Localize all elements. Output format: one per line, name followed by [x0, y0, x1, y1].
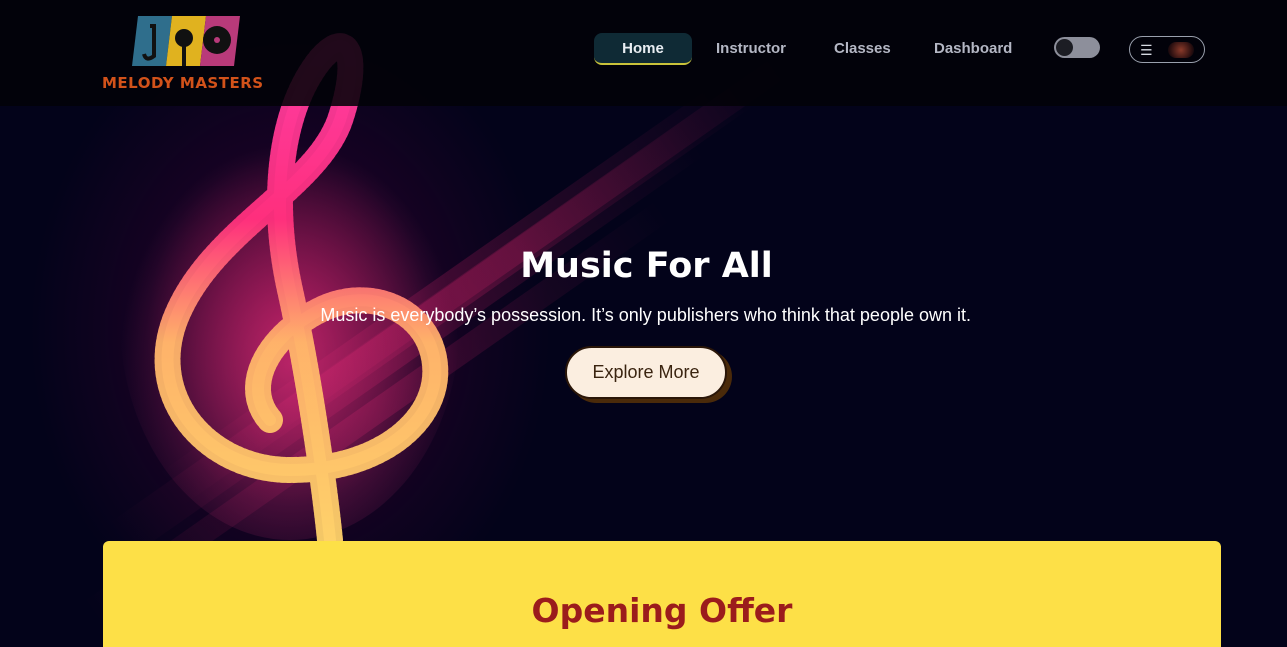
nav-item-dashboard[interactable]: Dashboard [934, 33, 1012, 65]
opening-offer-section: Opening Offer [103, 541, 1221, 647]
avatar [1168, 42, 1194, 58]
user-menu-button[interactable]: ☰ [1129, 36, 1205, 63]
theme-toggle[interactable] [1054, 37, 1100, 58]
hero-title: Music For All [520, 246, 773, 286]
explore-more-button[interactable]: Explore More [565, 346, 727, 399]
offer-title: Opening Offer [531, 591, 793, 630]
brand-name: MELODY MASTERS [102, 74, 264, 92]
nav-item-classes[interactable]: Classes [834, 33, 891, 65]
site-header: MELODY MASTERS Home Instructor Classes D… [0, 0, 1287, 106]
hamburger-icon: ☰ [1140, 42, 1153, 58]
hero-subtitle: Music is everybody’s possession. It’s on… [320, 305, 971, 325]
music-logo-icon [132, 16, 240, 66]
toggle-knob [1056, 39, 1073, 56]
nav-item-instructor[interactable]: Instructor [716, 33, 786, 65]
brand-logo[interactable]: MELODY MASTERS [102, 10, 272, 96]
nav-item-home[interactable]: Home [594, 33, 692, 65]
